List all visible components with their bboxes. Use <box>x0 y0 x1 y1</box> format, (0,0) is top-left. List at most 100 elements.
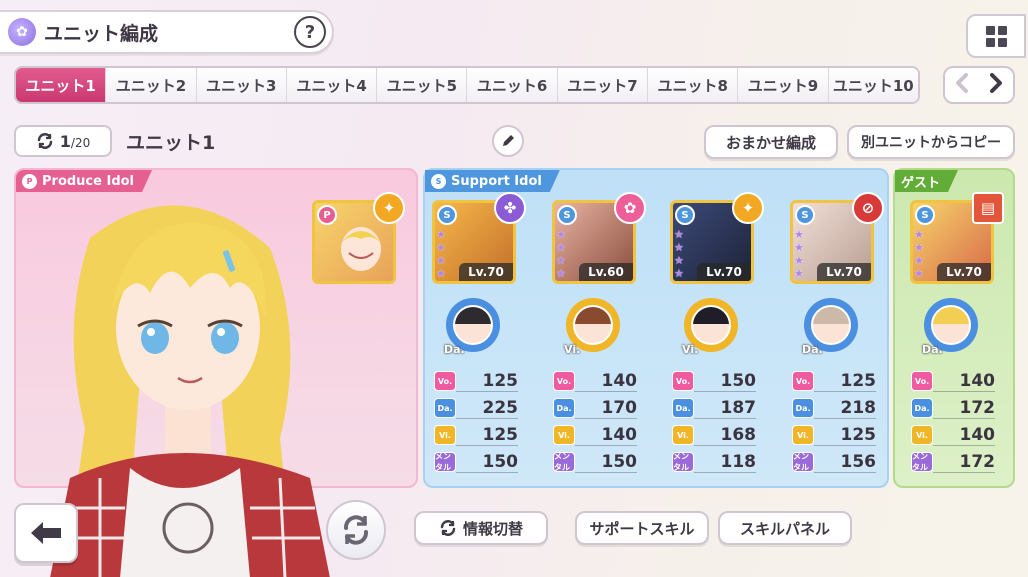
tab-unit-9[interactable]: ユニット9 <box>738 68 829 102</box>
da-icon: Da. <box>911 398 933 418</box>
auto-formation-button[interactable]: おまかせ編成 <box>704 125 838 159</box>
produce-card-badge-icon: ✦ <box>373 192 405 224</box>
tab-next-button[interactable] <box>989 72 1003 98</box>
stat-value: 140 <box>933 371 995 392</box>
chara-chip-3: Vi. <box>682 298 738 356</box>
card-stars: ★ ★ ★ ★ <box>674 228 684 280</box>
stat-vo: Vo. 125 <box>792 370 876 392</box>
tab-prev-button[interactable] <box>955 72 969 98</box>
vo-icon: Vo. <box>792 371 814 391</box>
mental-icon: メンタル <box>911 452 933 472</box>
support-idol-label: S Support Idol <box>425 170 560 192</box>
card-stars: ★ ★ ★ ★ <box>914 228 924 280</box>
info-toggle-button[interactable]: 情報切替 <box>414 511 548 545</box>
tab-unit-4[interactable]: ユニット4 <box>286 68 378 102</box>
stat-value: 170 <box>575 398 637 419</box>
grid-menu-icon <box>985 25 1007 47</box>
tab-unit-10[interactable]: ユニット10 <box>828 68 918 102</box>
vi-icon: Vi. <box>911 425 933 445</box>
stat-value: 150 <box>694 371 756 392</box>
chara-face-icon <box>931 305 971 345</box>
mental-icon: メンタル <box>792 452 814 472</box>
stat-value: 125 <box>456 425 518 446</box>
unit-logo-icon: ✿ <box>8 18 36 46</box>
tab-unit-1[interactable]: ユニット1 <box>16 68 107 102</box>
chara-type: Vi. <box>564 343 581 356</box>
stat-value: 150 <box>456 452 518 473</box>
tab-unit-5[interactable]: ユニット5 <box>377 68 468 102</box>
chara-chip-2: Vi. <box>564 298 620 356</box>
tab-pager <box>943 66 1015 104</box>
stat-da: Da. 225 <box>434 397 518 419</box>
stat-value: 140 <box>933 425 995 446</box>
card-stars: ★ ★ ★ ★ <box>436 228 446 280</box>
tab-unit-8[interactable]: ユニット8 <box>648 68 739 102</box>
chara-type: Da. <box>802 343 823 356</box>
tab-unit-6[interactable]: ユニット6 <box>467 68 558 102</box>
help-button[interactable]: ? <box>294 16 326 48</box>
card-stars: ★ ★ ★ ★ <box>556 228 566 280</box>
support-idol-title: Support Idol <box>451 173 542 189</box>
refresh-icon <box>37 133 53 149</box>
chara-type: Da. <box>444 343 465 356</box>
guest-label: ゲスト <box>895 170 958 192</box>
stat-vo: Vo. 125 <box>434 370 518 392</box>
vi-icon: Vi. <box>672 425 694 445</box>
stat-value: 150 <box>575 452 637 473</box>
rename-button[interactable] <box>492 125 524 157</box>
stat-vi: Vi. 140 <box>553 424 637 446</box>
copy-from-unit-button[interactable]: 別ユニットからコピー <box>847 125 1015 159</box>
card-stars: ★ ★ ★ ★ <box>794 228 804 280</box>
support-type-icon: S <box>437 205 457 225</box>
support-type-icon: S <box>795 205 815 225</box>
menu-button[interactable] <box>966 14 1026 58</box>
produce-card-art-icon <box>339 227 383 271</box>
da-icon: Da. <box>672 398 694 418</box>
stat-da: Da. 172 <box>911 397 995 419</box>
stat-da: Da. 170 <box>553 397 637 419</box>
stat-value: 172 <box>933 398 995 419</box>
card-badge-icon: ✦ <box>732 192 764 224</box>
unit-tab-bar: ユニット1 ユニット2 ユニット3 ユニット4 ユニット5 ユニット6 ユニット… <box>14 66 920 104</box>
card-badge-icon: ⊘ <box>852 192 884 224</box>
chara-face-icon <box>453 305 493 345</box>
support-skill-button[interactable]: サポートスキル <box>575 511 709 545</box>
mental-icon: メンタル <box>434 452 456 472</box>
screen-title-bar: ✿ ユニット編成 ? <box>0 10 334 54</box>
stat-me: メンタル 172 <box>911 451 995 473</box>
tab-unit-3[interactable]: ユニット3 <box>196 68 287 102</box>
stat-vi: Vi. 125 <box>434 424 518 446</box>
unit-count-total: /20 <box>70 135 91 150</box>
stat-value: 156 <box>814 452 876 473</box>
chara-type: Vi. <box>682 343 699 356</box>
vi-icon: Vi. <box>434 425 456 445</box>
chara-chip-4: Da. <box>802 298 858 356</box>
unit-count-current: 1 <box>59 131 71 151</box>
chara-chip-guest: Da. <box>922 298 978 356</box>
tab-unit-7[interactable]: ユニット7 <box>557 68 649 102</box>
stat-vo: Vo. 140 <box>911 370 995 392</box>
swap-icon <box>344 515 368 545</box>
skill-panel-button[interactable]: スキルパネル <box>718 511 852 545</box>
swap-idol-button[interactable] <box>326 500 386 560</box>
tab-unit-2[interactable]: ユニット2 <box>106 68 197 102</box>
support-icon: S <box>431 174 446 189</box>
support-type-icon: S <box>557 205 577 225</box>
card-level: Lv.70 <box>937 263 991 281</box>
da-icon: Da. <box>792 398 814 418</box>
da-icon: Da. <box>553 398 575 418</box>
stat-value: 125 <box>814 371 876 392</box>
stat-vi: Vi. 140 <box>911 424 995 446</box>
stat-value: 140 <box>575 371 637 392</box>
back-button[interactable] <box>14 503 78 563</box>
da-icon: Da. <box>434 398 456 418</box>
chara-face-icon <box>691 305 731 345</box>
card-badge-icon: ✤ <box>494 192 526 224</box>
stat-vi: Vi. 168 <box>672 424 756 446</box>
unit-count-switch[interactable]: 1/20 <box>14 125 112 157</box>
unit-name: ユニット1 <box>126 132 216 154</box>
stat-value: 218 <box>814 398 876 419</box>
stat-value: 172 <box>933 452 995 473</box>
support-type-icon: S <box>915 205 935 225</box>
card-level: Lv.70 <box>817 263 871 281</box>
